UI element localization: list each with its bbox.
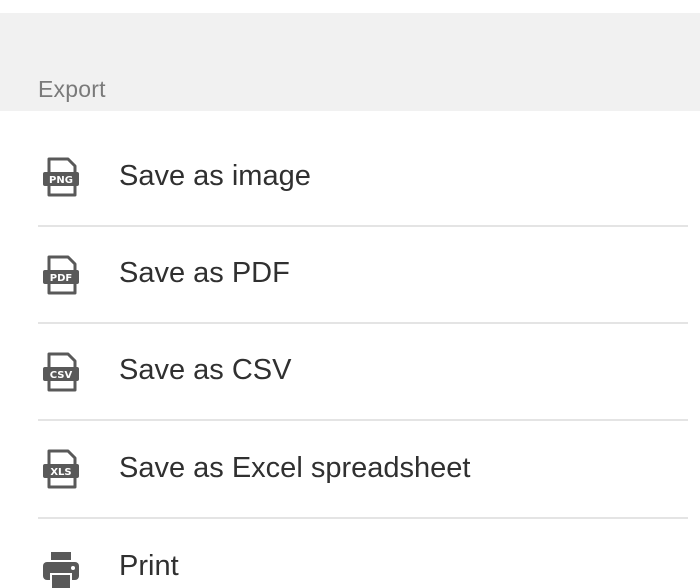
csv-file-icon: CSV <box>40 350 82 394</box>
save-as-pdf-label: Save as PDF <box>119 257 290 289</box>
xls-icon-text: XLS <box>50 467 71 478</box>
save-as-excel-label: Save as Excel spreadsheet <box>119 452 471 484</box>
printer-icon <box>40 549 82 588</box>
save-as-excel-item[interactable]: XLS Save as Excel spreadsheet <box>0 421 700 517</box>
save-as-csv-item[interactable]: CSV Save as CSV <box>0 324 700 420</box>
png-file-icon: PNG <box>40 155 82 199</box>
export-menu-title: Export <box>38 76 106 102</box>
png-icon-text: PNG <box>49 175 73 186</box>
csv-icon-text: CSV <box>50 370 73 381</box>
save-as-image-label: Save as image <box>119 160 311 192</box>
save-as-pdf-item[interactable]: PDF Save as PDF <box>0 227 700 323</box>
xls-file-icon: XLS <box>40 447 82 491</box>
print-label: Print <box>119 550 179 582</box>
export-menu: Export PNG Save as image PDF Save as PDF <box>0 0 700 588</box>
export-menu-header: Export <box>0 13 700 111</box>
save-as-csv-label: Save as CSV <box>119 354 292 386</box>
pdf-icon-text: PDF <box>50 273 72 284</box>
print-item[interactable]: Print <box>0 519 700 588</box>
pdf-file-icon: PDF <box>40 253 82 297</box>
save-as-image-item[interactable]: PNG Save as image <box>0 129 700 225</box>
